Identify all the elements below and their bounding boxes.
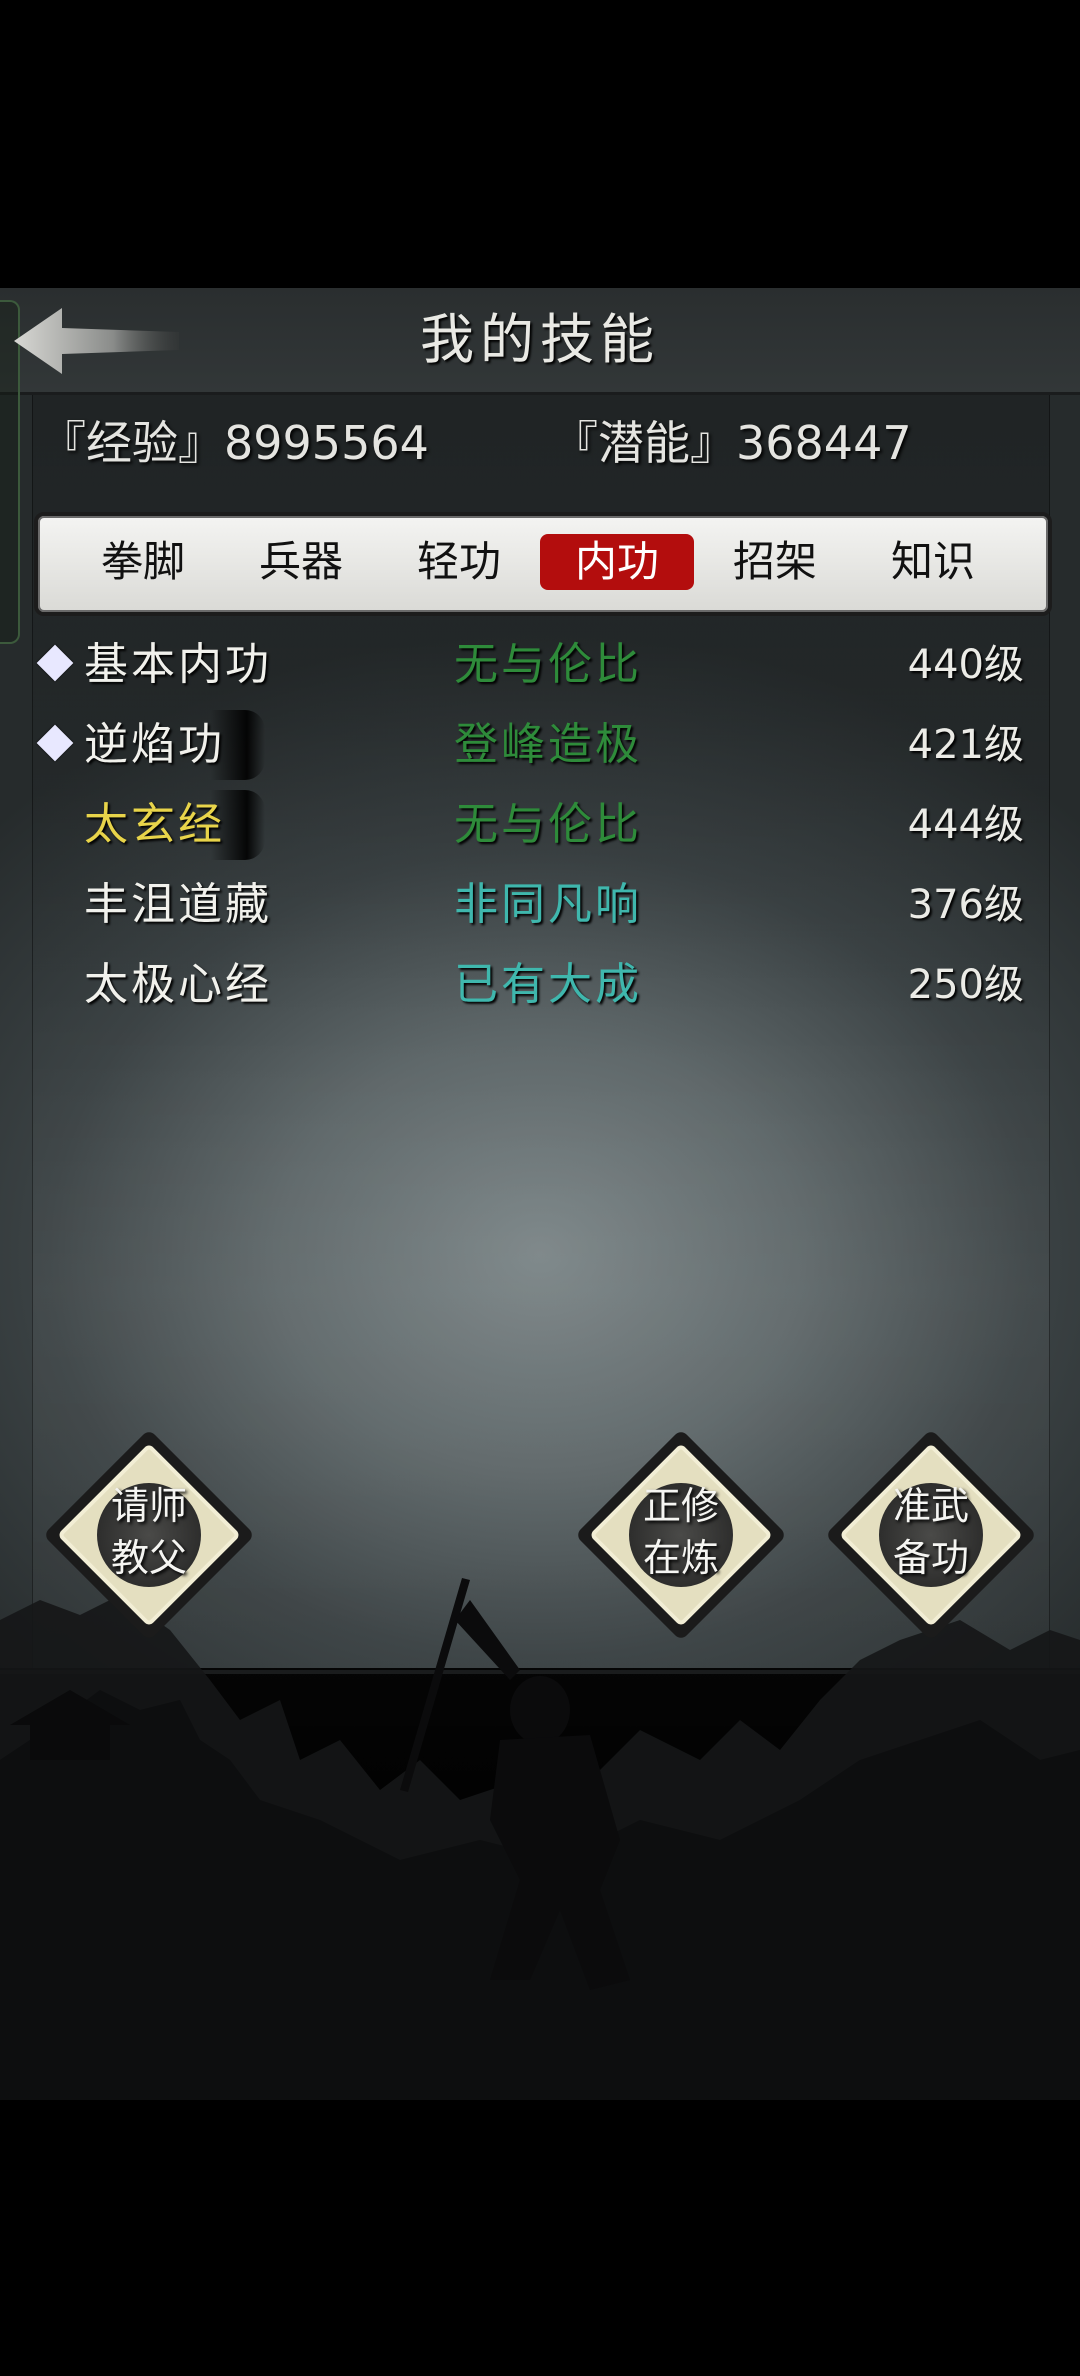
experience-value: 『经验』8995564	[40, 416, 429, 470]
skill-row[interactable]: 逆焰功 登峰造极 421级	[34, 710, 1044, 780]
tab-inner-power[interactable]: 内功	[540, 534, 694, 590]
skill-rank: 登峰造极	[454, 719, 642, 770]
button-label: 准武 备功	[892, 1484, 969, 1580]
skill-rank: 已有大成	[454, 959, 642, 1010]
skill-level: 376级	[907, 882, 1024, 928]
prepare-skill-button[interactable]: 准武 备功	[824, 1428, 1038, 1642]
skill-row[interactable]: 太玄经 无与伦比 444级	[34, 790, 1044, 860]
skill-name: 基本内功	[84, 639, 272, 690]
tab-parry[interactable]: 招架	[698, 534, 852, 590]
skill-row[interactable]: 丰沮道藏 非同凡响 376级	[34, 870, 1044, 940]
skill-row[interactable]: 基本内功 无与伦比 440级	[34, 630, 1044, 700]
skill-name: 太玄经	[84, 790, 265, 860]
button-label: 正修 在炼	[642, 1484, 719, 1580]
skill-level: 444级	[907, 802, 1024, 848]
skill-rank: 无与伦比	[454, 639, 642, 690]
tab-knowledge[interactable]: 知识	[856, 534, 1010, 590]
equipped-diamond-icon	[36, 644, 74, 682]
skill-name: 丰沮道藏	[84, 879, 272, 930]
button-label: 请师 教父	[110, 1484, 187, 1580]
skill-name: 太极心经	[84, 959, 272, 1010]
skill-rank: 无与伦比	[454, 799, 642, 850]
skill-rank: 非同凡响	[454, 879, 642, 930]
potential-value: 『潜能』368447	[552, 416, 912, 470]
tab-weapons[interactable]: 兵器	[224, 534, 378, 590]
tab-fist-kick[interactable]: 拳脚	[66, 534, 220, 590]
skill-level: 440级	[907, 642, 1024, 688]
bottom-area	[0, 2100, 1080, 2376]
skill-level: 421级	[907, 722, 1024, 768]
status-bar-area	[0, 0, 1080, 288]
landscape-silhouette	[0, 1578, 1080, 2120]
equipped-diamond-icon	[36, 724, 74, 762]
skill-category-tabs: 拳脚 兵器 轻功 内功 招架 知识	[34, 512, 1052, 616]
skill-row[interactable]: 太极心经 已有大成 250级	[34, 950, 1044, 1020]
skills-screen: 我的技能 『经验』8995564 『潜能』368447 拳脚 兵器 轻功 内功 …	[0, 0, 1080, 2376]
skill-level: 250级	[907, 962, 1024, 1008]
tab-lightness[interactable]: 轻功	[382, 534, 536, 590]
seek-master-button[interactable]: 请师 教父	[42, 1428, 256, 1642]
skill-name: 逆焰功	[84, 710, 265, 780]
practicing-button[interactable]: 正修 在炼	[574, 1428, 788, 1642]
page-title: 我的技能	[420, 308, 660, 371]
